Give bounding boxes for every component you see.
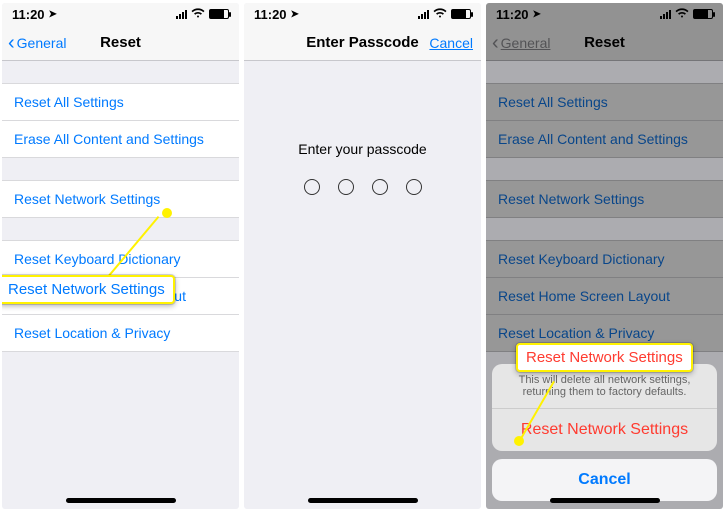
status-time: 11:20 — [254, 7, 287, 22]
reset-location-privacy[interactable]: Reset Location & Privacy — [2, 315, 239, 352]
passcode-dot — [406, 179, 422, 195]
chevron-left-icon: ‹ — [8, 33, 15, 53]
action-sheet-cancel-button[interactable]: Cancel — [492, 459, 717, 501]
passcode-area: Enter your passcode — [244, 141, 481, 195]
passcode-prompt: Enter your passcode — [244, 141, 481, 157]
location-icon: ➤ — [49, 9, 57, 20]
cancel-button[interactable]: Cancel — [429, 35, 473, 51]
back-label: General — [17, 35, 67, 51]
nav-title: Enter Passcode — [306, 34, 419, 51]
annotation-callout: Reset Network Settings — [2, 275, 175, 304]
reset-group-1: Reset All Settings Erase All Content and… — [2, 83, 239, 158]
battery-icon — [209, 9, 229, 19]
home-indicator[interactable] — [550, 498, 660, 503]
reset-all-settings[interactable]: Reset All Settings — [2, 83, 239, 121]
wifi-icon — [433, 8, 447, 21]
wifi-icon — [191, 8, 205, 21]
annotation-dot — [162, 208, 172, 218]
signal-icon — [176, 10, 187, 19]
status-bar: 11:20 ➤ — [2, 3, 239, 25]
nav-bar: ‹ General Reset — [2, 25, 239, 61]
signal-icon — [418, 10, 429, 19]
home-indicator[interactable] — [66, 498, 176, 503]
status-bar: 11:20 ➤ — [244, 3, 481, 25]
passcode-dot — [304, 179, 320, 195]
nav-title: Reset — [100, 34, 141, 51]
action-sheet: This will delete all network settings, r… — [492, 364, 717, 501]
annotation-callout: Reset Network Settings — [516, 343, 693, 372]
passcode-dot — [338, 179, 354, 195]
home-indicator[interactable] — [308, 498, 418, 503]
battery-icon — [451, 9, 471, 19]
nav-bar: Enter Passcode Cancel — [244, 25, 481, 61]
status-time: 11:20 — [12, 7, 45, 22]
passcode-dots[interactable] — [244, 179, 481, 195]
phone-screen-1: 11:20 ➤ ‹ General Reset Reset All Settin… — [2, 3, 239, 509]
location-icon: ➤ — [291, 9, 299, 20]
erase-all-content[interactable]: Erase All Content and Settings — [2, 121, 239, 158]
reset-network-settings[interactable]: Reset Network Settings — [2, 180, 239, 218]
back-button[interactable]: ‹ General — [8, 33, 66, 53]
phone-screen-2: 11:20 ➤ Enter Passcode Cancel Enter your… — [244, 3, 481, 509]
passcode-dot — [372, 179, 388, 195]
phone-screen-3: 11:20 ➤ ‹ General Reset Reset All Settin… — [486, 3, 723, 509]
